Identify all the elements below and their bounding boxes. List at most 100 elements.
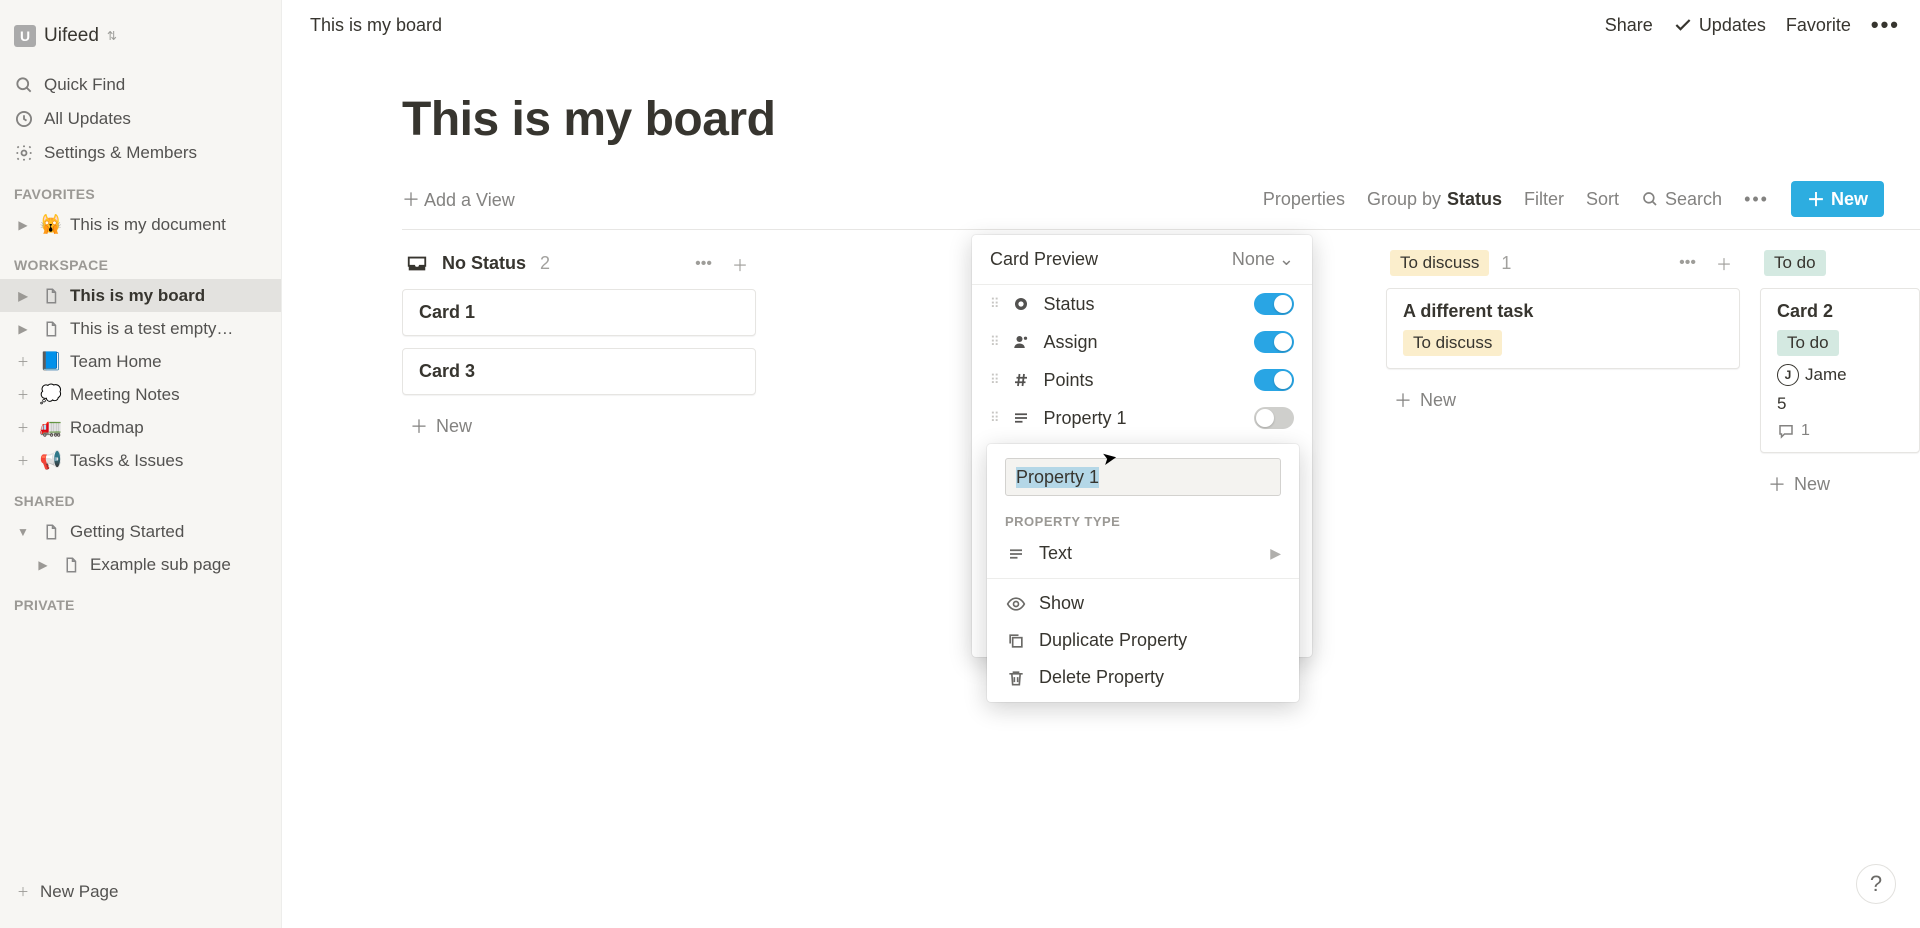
property-row-points[interactable]: ⠿ Points (972, 361, 1312, 399)
property-name-input[interactable]: Property 1 (1005, 458, 1281, 496)
label: New Page (40, 882, 267, 902)
action-delete[interactable]: Delete Property (987, 659, 1299, 696)
quick-find[interactable]: Quick Find (0, 68, 281, 102)
card[interactable]: Card 1 (402, 289, 756, 336)
column-header: No Status 2 ••• ＋ (402, 250, 756, 277)
input-value: Property 1 (1016, 467, 1099, 488)
sidebar-item-test-empty[interactable]: ▶ This is a test empty… (0, 312, 281, 345)
column-label[interactable]: To do (1764, 250, 1826, 276)
label: Getting Started (70, 522, 267, 542)
text-icon (1010, 409, 1032, 427)
toggle[interactable] (1254, 407, 1294, 429)
page-title[interactable]: This is my board (402, 92, 1920, 147)
search-button[interactable]: Search (1641, 189, 1722, 210)
column-add-button[interactable]: ＋ (728, 252, 752, 276)
updates-button[interactable]: Updates (1673, 15, 1766, 36)
card-preview-select[interactable]: None ⌄ (1232, 249, 1294, 270)
column-new-button[interactable]: ＋New (1386, 381, 1740, 419)
search-icon (1641, 190, 1659, 208)
plus-icon: ＋ (1768, 471, 1786, 497)
grip-icon[interactable]: ⠿ (990, 334, 998, 350)
avatar-icon: J (1777, 364, 1799, 386)
column-label[interactable]: No Status (440, 250, 528, 277)
view-bar: ＋ Add a View Properties Group by Status … (402, 181, 1920, 230)
sidebar-item-meeting-notes[interactable]: ＋ 💭 Meeting Notes (0, 378, 281, 411)
card-assignee: J Jame (1777, 364, 1903, 386)
label: This is my board (70, 286, 267, 306)
plus-icon[interactable]: ＋ (14, 386, 32, 403)
topbar: This is my board Share Updates Favorite … (282, 0, 1920, 50)
column-nostatus: No Status 2 ••• ＋ Card 1 Card 3 ＋New (402, 250, 756, 503)
sort-button[interactable]: Sort (1586, 189, 1619, 210)
action-duplicate[interactable]: Duplicate Property (987, 622, 1299, 659)
card[interactable]: A different task To discuss (1386, 288, 1740, 369)
card[interactable]: Card 2 To do J Jame 5 1 (1760, 288, 1920, 453)
action-show[interactable]: Show (987, 585, 1299, 622)
plus-icon[interactable]: ＋ (14, 419, 32, 436)
grip-icon[interactable]: ⠿ (990, 296, 998, 312)
more-button[interactable]: ••• (1871, 12, 1900, 38)
grip-icon[interactable]: ⠿ (990, 372, 998, 388)
group-by-button[interactable]: Group by Status (1367, 189, 1502, 210)
sidebar-item-example-sub[interactable]: ▶ Example sub page (0, 548, 281, 581)
workspace-name: Uifeed (44, 25, 99, 47)
sidebar-item-board[interactable]: ▶ This is my board (0, 279, 281, 312)
sidebar-item-favorite-0[interactable]: ▶ 🙀 This is my document (0, 208, 281, 241)
triangle-icon[interactable]: ▶ (34, 558, 52, 572)
card-comments[interactable]: 1 (1777, 422, 1903, 440)
sidebar-item-roadmap[interactable]: ＋ 🚛 Roadmap (0, 411, 281, 444)
column-label[interactable]: To discuss (1390, 250, 1489, 276)
workspace-switcher[interactable]: U Uifeed ⇅ (10, 18, 271, 54)
column-more-button[interactable]: ••• (691, 255, 716, 273)
plus-icon: ＋ (14, 883, 32, 900)
property-row-status[interactable]: ⠿ Status (972, 285, 1312, 323)
favorite-button[interactable]: Favorite (1786, 15, 1851, 36)
sidebar-item-tasks-issues[interactable]: ＋ 📢 Tasks & Issues (0, 444, 281, 477)
column-add-button[interactable]: ＋ (1712, 251, 1736, 275)
card-tag: To discuss (1403, 330, 1502, 356)
label: Delete Property (1039, 667, 1164, 688)
label: Quick Find (44, 75, 125, 95)
property-row-property1[interactable]: ⠿ Property 1 (972, 399, 1312, 437)
triangle-icon[interactable]: ▶ (14, 218, 32, 232)
new-button[interactable]: ＋ New (1791, 181, 1884, 217)
plus-icon[interactable]: ＋ (14, 452, 32, 469)
all-updates[interactable]: All Updates (0, 102, 281, 136)
sidebar-item-team-home[interactable]: ＋ 📘 Team Home (0, 345, 281, 378)
breadcrumb[interactable]: This is my board (310, 15, 442, 36)
card-tag: To do (1777, 330, 1839, 356)
inbox-icon (406, 253, 428, 275)
settings-members[interactable]: Settings & Members (0, 136, 281, 170)
share-button[interactable]: Share (1605, 15, 1653, 36)
toggle[interactable] (1254, 331, 1294, 353)
property-type-text[interactable]: Text ▶ (987, 535, 1299, 572)
properties-button[interactable]: Properties (1263, 189, 1345, 210)
grip-icon[interactable]: ⠿ (990, 410, 998, 426)
property-row-assign[interactable]: ⠿ Assign (972, 323, 1312, 361)
triangle-icon[interactable]: ▶ (14, 289, 32, 303)
column-count: 1 (1501, 253, 1511, 274)
toggle[interactable] (1254, 293, 1294, 315)
triangle-icon[interactable]: ▶ (14, 322, 32, 336)
label: Tasks & Issues (70, 451, 267, 471)
filter-button[interactable]: Filter (1524, 189, 1564, 210)
label: Duplicate Property (1039, 630, 1187, 651)
card[interactable]: Card 3 (402, 348, 756, 395)
toggle[interactable] (1254, 369, 1294, 391)
card-title: Card 1 (419, 302, 739, 323)
property-edit-popup: Property 1 PROPERTY TYPE Text ▶ Show Dup… (987, 444, 1299, 702)
private-title: PRIVATE (0, 581, 281, 619)
new-page-button[interactable]: ＋ New Page (0, 875, 281, 908)
column-new-button[interactable]: ＋New (402, 407, 756, 445)
card-points: 5 (1777, 394, 1903, 414)
help-button[interactable]: ? (1856, 864, 1896, 904)
label: Show (1039, 593, 1084, 614)
label: Meeting Notes (70, 385, 267, 405)
triangle-icon[interactable]: ▼ (14, 525, 32, 539)
column-more-button[interactable]: ••• (1675, 254, 1700, 272)
sidebar-item-getting-started[interactable]: ▼ Getting Started (0, 515, 281, 548)
add-view-button[interactable]: ＋ Add a View (402, 186, 515, 212)
plus-icon[interactable]: ＋ (14, 353, 32, 370)
column-new-button[interactable]: ＋New (1760, 465, 1920, 503)
view-more-button[interactable]: ••• (1744, 189, 1769, 210)
